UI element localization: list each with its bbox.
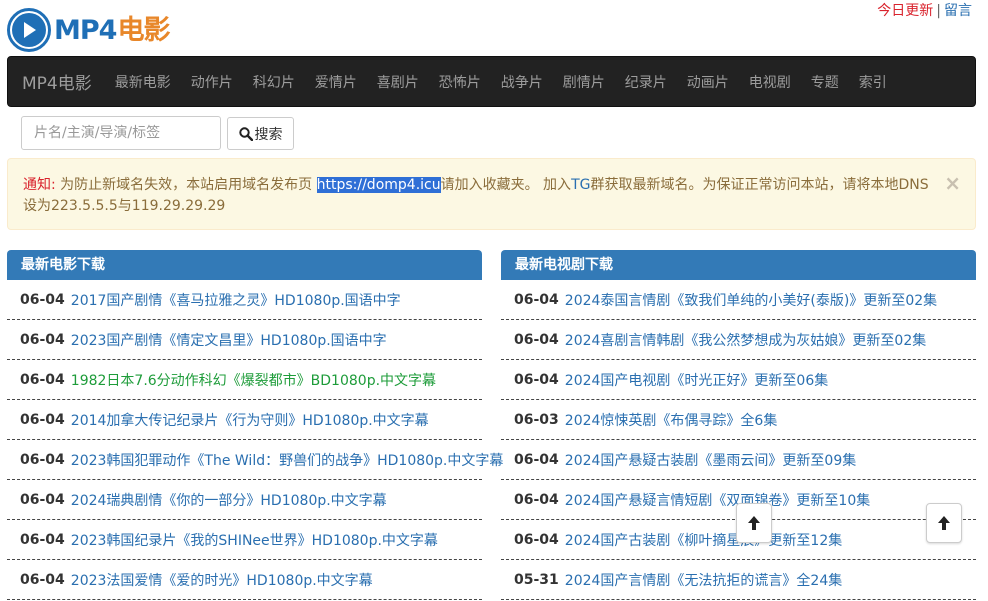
list-item: 06-04 2024国产电视剧《时光正好》更新至06集: [501, 360, 976, 400]
item-title-link[interactable]: 2023韩国纪录片《我的SHINee世界》HD1080p.中文字幕: [71, 530, 438, 550]
nav-item-scifi[interactable]: 科幻片: [243, 72, 305, 92]
item-date: 06-04: [514, 451, 559, 468]
item-date: 06-04: [20, 571, 65, 588]
nav-item-documentary[interactable]: 纪录片: [615, 72, 677, 92]
item-date: 06-04: [20, 451, 65, 468]
site-logo[interactable]: MP4电影: [7, 4, 170, 56]
item-title-link[interactable]: 2023韩国犯罪动作《The Wild：野兽们的战争》HD1080p.中文字幕: [71, 450, 504, 470]
item-title-link[interactable]: 2024国产言情剧《无法抗拒的谎言》全24集: [565, 570, 842, 590]
notice-text-1: 为防止新域名失效，本站启用域名发布页: [55, 177, 317, 193]
latest-tv-panel: 最新电视剧下载 06-04 2024泰国言情剧《致我们单纯的小美好(泰版)》更新至…: [501, 250, 976, 600]
item-title-link[interactable]: 2023国产剧情《情定文昌里》HD1080p.国语中字: [71, 330, 387, 350]
item-title-link[interactable]: 2017国产剧情《喜马拉雅之灵》HD1080p.国语中字: [71, 290, 401, 310]
notice-label: 通知:: [23, 177, 56, 193]
item-date: 06-04: [20, 531, 65, 548]
nav-item-latest-movies[interactable]: 最新电影: [105, 72, 181, 92]
item-date: 06-04: [20, 291, 65, 308]
nav-item-animation[interactable]: 动画片: [677, 72, 739, 92]
list-item: 06-03 2024惊悚英剧《布偶寻踪》全6集: [501, 400, 976, 440]
item-date: 06-04: [20, 491, 65, 508]
search-input[interactable]: [21, 116, 221, 150]
list-item: 05-31 2024国产言情剧《无法抗拒的谎言》全24集: [501, 560, 976, 600]
logo-cn: 电影: [117, 14, 170, 46]
nav-item-topics[interactable]: 专题: [801, 72, 849, 92]
item-date: 06-04: [514, 531, 559, 548]
list-item: 06-04 2024喜剧言情韩剧《我公然梦想成为灰姑娘》更新至02集: [501, 320, 976, 360]
item-title-link[interactable]: 2024喜剧言情韩剧《我公然梦想成为灰姑娘》更新至02集: [565, 330, 926, 350]
tg-group-link[interactable]: TG: [571, 177, 590, 193]
nav-item-romance[interactable]: 爱情片: [305, 72, 367, 92]
item-title-link[interactable]: 2024国产古装剧《柳叶摘星辰》更新至12集: [565, 530, 842, 550]
back-to-top-button[interactable]: [736, 503, 772, 543]
back-to-top-button[interactable]: [926, 503, 962, 543]
list-item: 06-04 2014加拿大传记纪录片《行为守则》HD1080p.中文字幕: [7, 400, 482, 440]
item-title-link[interactable]: 2024国产悬疑言情短剧《双面锦卷》更新至10集: [565, 490, 870, 510]
item-date: 06-04: [20, 331, 65, 348]
list-item: 06-04 2024国产悬疑古装剧《墨雨云间》更新至09集: [501, 440, 976, 480]
list-item: 06-04 2023韩国犯罪动作《The Wild：野兽们的战争》HD1080p.…: [7, 440, 503, 480]
top-links-separator: |: [936, 3, 941, 19]
navbar-brand[interactable]: MP4电影: [22, 69, 92, 94]
nav-item-war[interactable]: 战争片: [491, 72, 553, 92]
item-date: 05-31: [514, 571, 559, 588]
nav-item-drama[interactable]: 剧情片: [553, 72, 615, 92]
list-item: 06-04 2023国产剧情《情定文昌里》HD1080p.国语中字: [7, 320, 482, 360]
nav-item-tv[interactable]: 电视剧: [739, 72, 801, 92]
item-date: 06-04: [514, 371, 559, 388]
item-title-link[interactable]: 2024国产悬疑古装剧《墨雨云间》更新至09集: [565, 450, 856, 470]
list-item: 06-04 2023韩国纪录片《我的SHINee世界》HD1080p.中文字幕: [7, 520, 482, 560]
arrow-up-icon: [748, 516, 760, 530]
domain-release-link[interactable]: https://domp4.icu: [316, 177, 441, 193]
list-item: 06-04 2024泰国言情剧《致我们单纯的小美好(泰版)》更新至02集: [501, 280, 976, 320]
close-icon[interactable]: ×: [944, 173, 961, 193]
nav-item-action[interactable]: 动作片: [181, 72, 243, 92]
item-date: 06-04: [514, 331, 559, 348]
item-title-link[interactable]: 1982日本7.6分动作科幻《爆裂都市》BD1080p.中文字幕: [71, 370, 436, 390]
notice-alert: 通知: 为防止新域名失效，本站启用域名发布页 https://domp4.icu…: [7, 158, 976, 230]
list-item: 06-04 2024瑞典剧情《你的一部分》HD1080p.中文字幕: [7, 480, 482, 520]
item-date: 06-03: [514, 411, 559, 428]
item-date: 06-04: [514, 291, 559, 308]
nav-item-comedy[interactable]: 喜剧片: [367, 72, 429, 92]
main-navbar: MP4电影 最新电影 动作片 科幻片 爱情片 喜剧片 恐怖片 战争片 剧情片 纪…: [7, 56, 976, 107]
item-date: 06-04: [20, 371, 65, 388]
search-icon: [238, 126, 253, 141]
list-item: 06-04 2023法国爱情《爱的时光》HD1080p.中文字幕: [7, 560, 482, 600]
item-title-link[interactable]: 2023法国爱情《爱的时光》HD1080p.中文字幕: [71, 570, 373, 590]
nav-item-index[interactable]: 索引: [849, 72, 897, 92]
item-title-link[interactable]: 2024惊悚英剧《布偶寻踪》全6集: [565, 410, 778, 430]
nav-item-horror[interactable]: 恐怖片: [429, 72, 491, 92]
list-item: 06-04 2017国产剧情《喜马拉雅之灵》HD1080p.国语中字: [7, 280, 482, 320]
arrow-up-icon: [938, 516, 950, 530]
logo-mp4: MP4: [54, 14, 117, 46]
item-title-link[interactable]: 2024国产电视剧《时光正好》更新至06集: [565, 370, 828, 390]
search-button-label: 搜索: [254, 126, 283, 143]
search-button[interactable]: 搜索: [227, 117, 294, 150]
item-title-link[interactable]: 2024泰国言情剧《致我们单纯的小美好(泰版)》更新至02集: [565, 290, 937, 310]
logo-text: MP4电影: [54, 14, 170, 46]
list-item: 06-04 1982日本7.6分动作科幻《爆裂都市》BD1080p.中文字幕: [7, 360, 482, 400]
panel-title: 最新电影下载: [7, 250, 482, 280]
item-title-link[interactable]: 2014加拿大传记纪录片《行为守则》HD1080p.中文字幕: [71, 410, 429, 430]
today-update-link[interactable]: 今日更新: [877, 3, 933, 19]
panel-title: 最新电视剧下载: [501, 250, 976, 280]
top-links: 今日更新 | 留言: [877, 0, 972, 20]
item-date: 06-04: [514, 491, 559, 508]
item-date: 06-04: [20, 411, 65, 428]
latest-movies-panel: 最新电影下载 06-04 2017国产剧情《喜马拉雅之灵》HD1080p.国语中字…: [7, 250, 503, 600]
notice-text-2: 请加入收藏夹。 加入: [440, 177, 572, 193]
item-title-link[interactable]: 2024瑞典剧情《你的一部分》HD1080p.中文字幕: [71, 490, 387, 510]
play-logo-icon: [7, 8, 51, 52]
message-link[interactable]: 留言: [944, 3, 972, 19]
